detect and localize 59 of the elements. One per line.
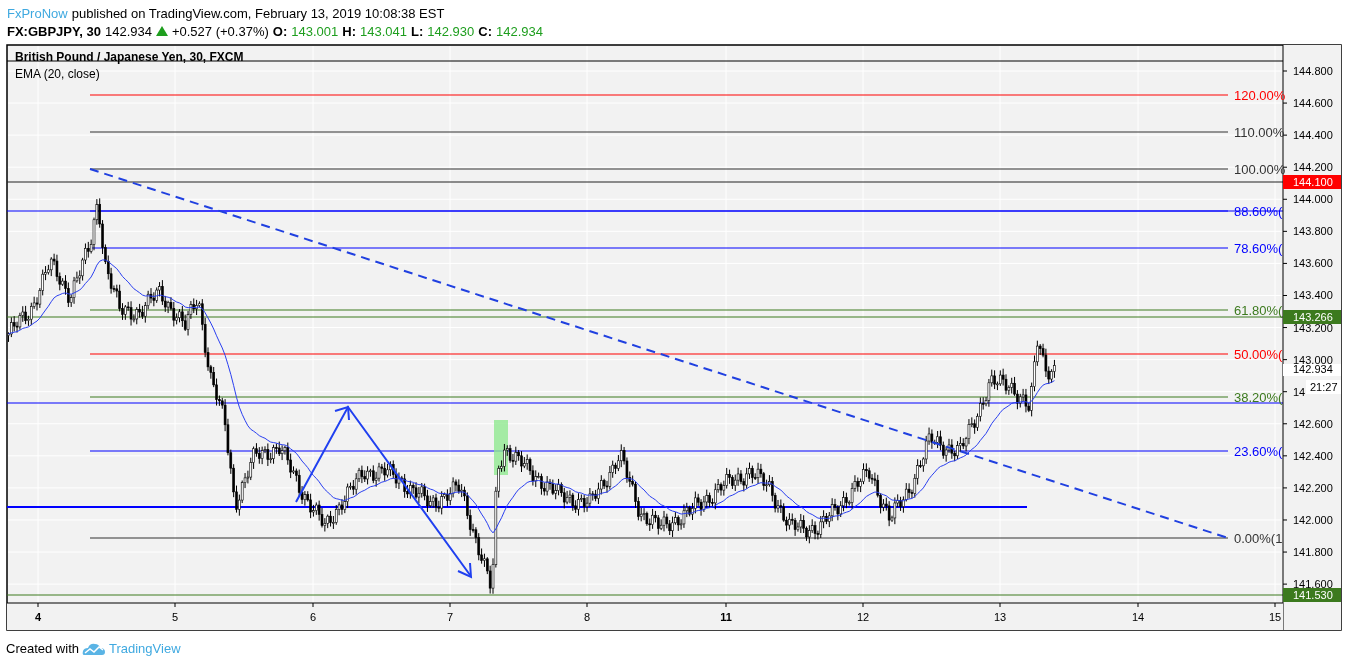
ohlc-label: H: bbox=[342, 23, 356, 39]
time-axis-label: 14 bbox=[1131, 611, 1145, 623]
time-axis-label: 11 bbox=[720, 611, 732, 623]
ohlc-value: 143.001 bbox=[291, 23, 339, 39]
up-triangle-icon bbox=[155, 26, 168, 36]
brand-link[interactable]: TradingView bbox=[109, 641, 181, 656]
chart-title: British Pound / Japanese Yen, 30, FXCM bbox=[15, 50, 244, 64]
price-axis-label: 144.800 bbox=[1293, 65, 1333, 77]
ohlc-label: O: bbox=[272, 23, 288, 39]
price-axis-label: 144.000 bbox=[1293, 193, 1333, 206]
time-axis-label: 4 bbox=[34, 611, 42, 623]
fibonacci-level-label: 23.60%( bbox=[1234, 444, 1283, 459]
ohlc-value: 143.041 bbox=[359, 23, 407, 39]
ohlc-label: L: bbox=[410, 23, 424, 39]
price-axis-label: 141.800 bbox=[1293, 546, 1333, 559]
cloud-logo-icon bbox=[82, 641, 106, 656]
time-axis-label: 6 bbox=[309, 611, 317, 623]
price-tag: 142.934 bbox=[1283, 363, 1341, 376]
published-text: published on TradingView.com, February 13, 2019 10:08:38 EST bbox=[71, 5, 445, 21]
fibonacci-level-label: 120.00% bbox=[1234, 88, 1286, 103]
price-axis-label: 14 bbox=[1293, 385, 1306, 398]
price-axis-label: 143.200 bbox=[1293, 321, 1333, 334]
fibonacci-level-label: 0.00%(1 bbox=[1234, 531, 1283, 546]
price-axis-label: 142.400 bbox=[1293, 449, 1333, 462]
price-axis-label: 143.000 bbox=[1293, 353, 1333, 366]
price-tag: 21:27 bbox=[1306, 380, 1341, 394]
created-with-text: Created with bbox=[6, 641, 79, 656]
price-axis-label: 143.800 bbox=[1293, 225, 1333, 238]
price-tag: 143.266 bbox=[1283, 310, 1341, 324]
author-link[interactable]: FxProNow bbox=[7, 5, 68, 21]
time-axis-label: 7 bbox=[446, 611, 454, 623]
ohlc-label: C: bbox=[478, 23, 492, 39]
fibonacci-level-label: 50.00%( bbox=[1234, 347, 1283, 362]
symbol-label: FX:GBPJPY, 30 bbox=[7, 23, 101, 39]
price-axis-label: 144.400 bbox=[1293, 129, 1333, 142]
indicator-label: EMA (20, close) bbox=[15, 67, 100, 81]
time-axis-label: 5 bbox=[171, 611, 179, 623]
price-axis-label: 144.200 bbox=[1293, 161, 1333, 174]
price-tag: 144.100 bbox=[1283, 175, 1341, 189]
price-axis-label: 143.600 bbox=[1293, 257, 1333, 270]
price-axis-label: 144.600 bbox=[1293, 97, 1333, 110]
fibonacci-level-label: 38.20%( bbox=[1234, 390, 1283, 405]
ohlc-value: 142.930 bbox=[427, 23, 475, 39]
fibonacci-level-label: 61.80%( bbox=[1234, 303, 1283, 318]
fibonacci-level-label: 88.60%( bbox=[1234, 204, 1283, 219]
price-axis-label: 142.000 bbox=[1293, 514, 1333, 526]
last-price: 142.934 bbox=[104, 23, 152, 39]
price-axis-label: 142.600 bbox=[1293, 417, 1333, 430]
price-axis-label: 142.200 bbox=[1293, 481, 1333, 494]
price-tag: 141.530 bbox=[1283, 588, 1341, 602]
price-axis-label: 141.600 bbox=[1293, 578, 1333, 591]
fibonacci-level-label: 78.60%( bbox=[1234, 241, 1283, 256]
time-axis-label: 15 bbox=[1268, 611, 1282, 623]
time-axis-label: 8 bbox=[583, 611, 591, 623]
ohlc-value: 142.934 bbox=[495, 23, 543, 39]
time-axis-label: 12 bbox=[856, 611, 870, 623]
time-axis-label: 13 bbox=[993, 611, 1007, 623]
price-axis-label: 143.400 bbox=[1293, 289, 1333, 302]
price-change: +0.527 (+0.37%) bbox=[171, 23, 269, 39]
